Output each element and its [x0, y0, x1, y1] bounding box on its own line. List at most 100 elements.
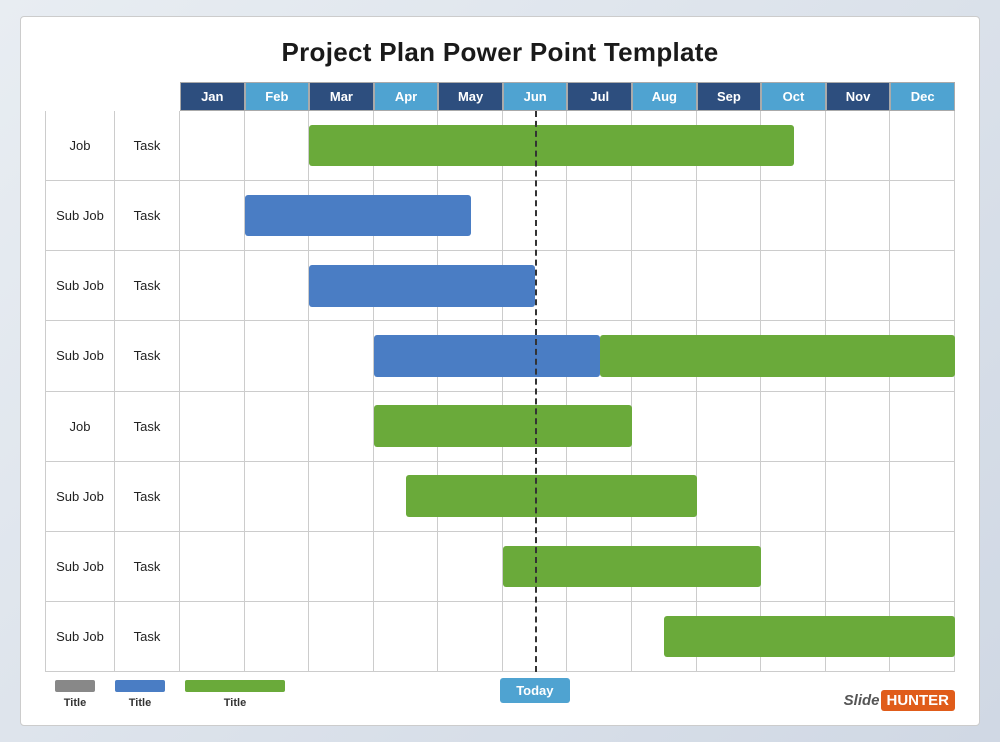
gantt-row: JobTask: [45, 111, 955, 181]
row-task-label: Task: [115, 181, 180, 250]
grid-cell: [761, 602, 826, 671]
grid-cell: [438, 111, 503, 180]
gantt-header: JanFebMarAprMayJunJulAugSepOctNovDec: [45, 82, 955, 111]
row-grid: [180, 532, 955, 601]
grid-cell: [826, 251, 891, 320]
grid-cell: [632, 392, 697, 461]
grid-cell: [567, 392, 632, 461]
grid-cell: [309, 321, 374, 390]
grid-cell: [245, 251, 310, 320]
row-job-label: Sub Job: [45, 602, 115, 671]
month-header-jul: Jul: [567, 82, 632, 111]
grid-cell: [309, 251, 374, 320]
row-grid: [180, 181, 955, 250]
grid-cell: [309, 532, 374, 601]
grid-cell: [890, 111, 955, 180]
month-header-oct: Oct: [761, 82, 826, 111]
row-job-label: Sub Job: [45, 251, 115, 320]
grid-cell: [697, 181, 762, 250]
row-task-label: Task: [115, 602, 180, 671]
month-header-mar: Mar: [309, 82, 374, 111]
grid-cell: [697, 321, 762, 390]
grid-cell: [309, 462, 374, 531]
grid-cell: [890, 251, 955, 320]
month-header-dec: Dec: [890, 82, 955, 111]
gantt-row: JobTask: [45, 392, 955, 462]
gantt-chart: JanFebMarAprMayJunJulAugSepOctNovDec Job…: [45, 82, 955, 672]
grid-cell: [632, 532, 697, 601]
grid-cell: [826, 462, 891, 531]
grid-cell: [567, 602, 632, 671]
row-grid: [180, 251, 955, 320]
row-job-label: Sub Job: [45, 321, 115, 390]
grid-cell: [438, 392, 503, 461]
grid-cell: [374, 392, 439, 461]
grid-cell: [245, 392, 310, 461]
grid-cell: [567, 462, 632, 531]
grid-cell: [826, 321, 891, 390]
grid-cell: [761, 532, 826, 601]
grid-cell: [180, 532, 245, 601]
row-task-label: Task: [115, 321, 180, 390]
legend-bar: [185, 680, 285, 692]
grid-cell: [180, 602, 245, 671]
grid-cell: [374, 462, 439, 531]
month-header-feb: Feb: [245, 82, 310, 111]
grid-cell: [890, 321, 955, 390]
grid-cell: [374, 321, 439, 390]
row-grid: [180, 602, 955, 671]
grid-cell: [761, 392, 826, 461]
legend-label: Title: [185, 697, 285, 709]
row-job-label: Job: [45, 111, 115, 180]
grid-cell: [438, 462, 503, 531]
grid-cell: [761, 462, 826, 531]
row-grid: [180, 111, 955, 180]
row-task-label: Task: [115, 251, 180, 320]
gantt-row: Sub JobTask: [45, 251, 955, 321]
header-task-spacer: [115, 82, 180, 111]
grid-cell: [567, 251, 632, 320]
grid-cell: [309, 392, 374, 461]
month-header-nov: Nov: [826, 82, 891, 111]
grid-cell: [180, 181, 245, 250]
legend-item: Title: [115, 680, 165, 709]
grid-cell: [180, 111, 245, 180]
grid-cell: [567, 321, 632, 390]
legend-bar: [115, 680, 165, 692]
month-header-jan: Jan: [180, 82, 245, 111]
grid-cell: [180, 251, 245, 320]
grid-cell: [309, 111, 374, 180]
row-task-label: Task: [115, 532, 180, 601]
grid-cell: [632, 321, 697, 390]
row-job-label: Sub Job: [45, 532, 115, 601]
slide-container: Project Plan Power Point Template JanFeb…: [20, 16, 980, 726]
gantt-row: Sub JobTask: [45, 462, 955, 532]
gantt-row: Sub JobTask: [45, 181, 955, 251]
grid-cell: [245, 462, 310, 531]
legend-item: Title: [185, 680, 285, 709]
grid-cell: [245, 532, 310, 601]
grid-cell: [632, 251, 697, 320]
row-job-label: Sub Job: [45, 462, 115, 531]
logo-hunter: HUNTER: [881, 690, 956, 711]
grid-cell: [309, 181, 374, 250]
grid-cell: [761, 321, 826, 390]
logo-slide: Slide: [844, 692, 880, 709]
row-grid: [180, 392, 955, 461]
gantt-body: JobTaskSub JobTaskSub JobTaskSub JobTask…: [45, 111, 955, 672]
grid-cell: [826, 392, 891, 461]
grid-cell: [826, 602, 891, 671]
grid-cell: [374, 602, 439, 671]
grid-cell: [826, 532, 891, 601]
grid-cell: [697, 532, 762, 601]
grid-cell: [890, 532, 955, 601]
month-header-jun: Jun: [503, 82, 568, 111]
gantt-row: Sub JobTask: [45, 321, 955, 391]
grid-cell: [374, 111, 439, 180]
month-header-may: May: [438, 82, 503, 111]
grid-cell: [180, 462, 245, 531]
grid-cell: [632, 602, 697, 671]
legend-item: Title: [55, 680, 95, 709]
grid-cell: [180, 392, 245, 461]
row-grid: [180, 321, 955, 390]
